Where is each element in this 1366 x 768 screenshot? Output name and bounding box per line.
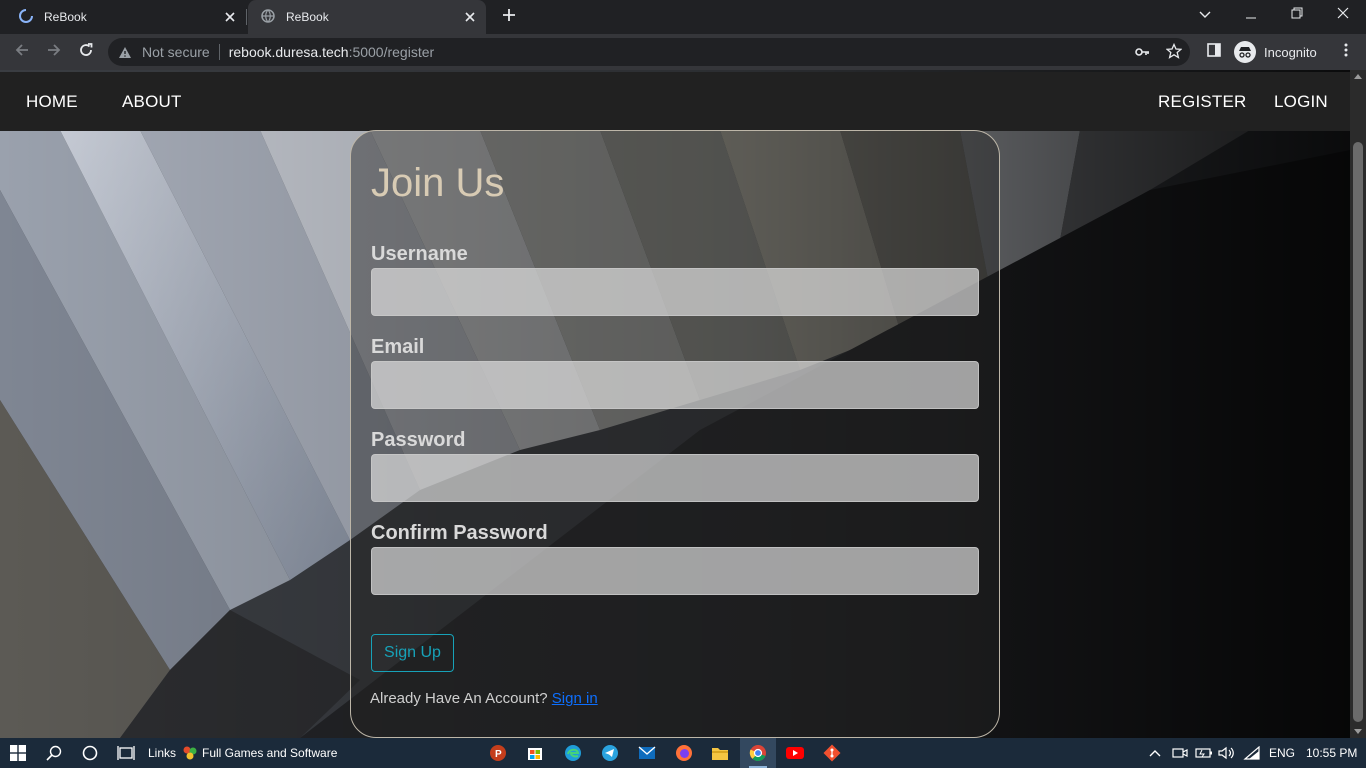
wifi-icon[interactable] <box>1240 741 1264 765</box>
incognito-icon <box>1234 41 1256 63</box>
tab-title: ReBook <box>44 10 87 24</box>
file-explorer-icon[interactable] <box>708 741 732 765</box>
svg-text:P: P <box>495 749 502 760</box>
email-label: Email <box>371 336 425 358</box>
sign-up-button[interactable]: Sign Up <box>371 634 454 672</box>
language-indicator[interactable]: ENG <box>1269 746 1295 760</box>
page-scrollbar[interactable] <box>1350 70 1366 738</box>
page-viewport: HOME ABOUT REGISTER LOGIN Join Us Userna… <box>0 70 1350 738</box>
windows-start-icon[interactable] <box>6 741 30 765</box>
close-tab-icon[interactable] <box>222 9 238 25</box>
minimize-icon <box>1246 6 1256 24</box>
firefox-icon[interactable] <box>672 741 696 765</box>
nav-home-link[interactable]: HOME <box>26 92 78 112</box>
mail-icon[interactable] <box>635 741 659 765</box>
clock[interactable]: 10:55 PM <box>1306 746 1357 760</box>
scroll-up-arrow-icon[interactable] <box>1354 74 1362 79</box>
globe-icon <box>260 8 276 27</box>
chevron-down-icon <box>1199 6 1211 24</box>
arrow-left-icon <box>14 42 30 63</box>
minimize-button[interactable] <box>1228 0 1274 30</box>
cortana-icon[interactable] <box>78 741 102 765</box>
scroll-thumb[interactable] <box>1353 142 1363 722</box>
email-input[interactable] <box>371 361 979 409</box>
volume-icon[interactable] <box>1215 741 1239 765</box>
store-icon[interactable] <box>523 741 547 765</box>
loading-spinner-icon <box>18 8 34 27</box>
tab-divider <box>246 9 247 25</box>
arrow-right-icon <box>46 42 62 63</box>
close-icon <box>1337 6 1349 24</box>
signin-prompt: Already Have An Account? Sign in <box>370 690 598 707</box>
username-label: Username <box>371 243 468 265</box>
windows-taskbar: Links Full Games and Software P ENG 10:5… <box>0 738 1366 768</box>
nav-login-link[interactable]: LOGIN <box>1274 92 1328 112</box>
side-panel-button[interactable] <box>1202 40 1226 64</box>
tab-title: ReBook <box>286 10 329 24</box>
username-input[interactable] <box>371 268 979 316</box>
reload-icon <box>78 42 94 63</box>
battery-icon[interactable] <box>1192 741 1216 765</box>
task-view-icon[interactable] <box>114 741 138 765</box>
youtube-icon[interactable] <box>783 741 807 765</box>
meet-now-icon[interactable] <box>1168 741 1192 765</box>
chrome-icon[interactable] <box>746 741 770 765</box>
account-prompt-text: Already Have An Account? <box>370 690 548 707</box>
tray-chevron-up-icon[interactable] <box>1143 741 1167 765</box>
tab-rebook-loading[interactable]: ReBook <box>0 0 246 34</box>
tab-strip: ReBook ReBook <box>0 0 1366 34</box>
back-button[interactable] <box>10 40 34 64</box>
password-label: Password <box>371 429 466 451</box>
links-toolbar-label[interactable]: Links <box>148 746 176 760</box>
key-icon[interactable] <box>1134 44 1150 63</box>
telegram-icon[interactable] <box>598 741 622 765</box>
incognito-badge[interactable]: Incognito <box>1234 39 1317 65</box>
plus-icon <box>502 8 516 27</box>
git-icon[interactable] <box>820 741 844 765</box>
warning-icon[interactable] <box>118 46 134 59</box>
confirm-password-input[interactable] <box>371 547 979 595</box>
scroll-down-arrow-icon[interactable] <box>1354 729 1362 734</box>
confirm-password-label: Confirm Password <box>371 522 548 544</box>
site-navbar: HOME ABOUT REGISTER LOGIN <box>0 72 1350 131</box>
star-icon[interactable] <box>1165 42 1183 62</box>
sign-in-link[interactable]: Sign in <box>552 690 598 707</box>
nav-about-link[interactable]: ABOUT <box>122 92 182 112</box>
powerpoint-icon[interactable]: P <box>486 741 510 765</box>
edge-icon[interactable] <box>561 741 585 765</box>
menu-button[interactable] <box>1334 40 1358 64</box>
forward-button[interactable] <box>42 40 66 64</box>
url-host: rebook.duresa.tech <box>228 44 349 60</box>
restore-button[interactable] <box>1274 0 1320 30</box>
password-input[interactable] <box>371 454 979 502</box>
search-icon[interactable] <box>42 741 66 765</box>
register-card: Join Us Username Email Password Confirm … <box>350 130 1000 738</box>
games-icon <box>178 741 202 765</box>
browser-toolbar: Not secure rebook.duresa.tech:5000/regis… <box>0 34 1366 70</box>
nav-register-link[interactable]: REGISTER <box>1158 92 1247 112</box>
page-title: Join Us <box>371 161 505 205</box>
close-window-button[interactable] <box>1320 0 1366 30</box>
address-bar[interactable]: Not secure rebook.duresa.tech:5000/regis… <box>108 38 1190 66</box>
tab-search-button[interactable] <box>1182 0 1228 30</box>
security-label: Not secure <box>142 44 210 60</box>
reload-button[interactable] <box>74 40 98 64</box>
omnibox-divider <box>218 44 220 60</box>
restore-icon <box>1291 6 1303 24</box>
games-shortcut-label[interactable]: Full Games and Software <box>202 746 337 760</box>
url-path: :5000/register <box>348 44 435 60</box>
more-vertical-icon <box>1344 42 1348 63</box>
profile-label: Incognito <box>1264 44 1317 60</box>
new-tab-button[interactable] <box>498 6 520 28</box>
tab-rebook-active[interactable]: ReBook <box>248 0 486 34</box>
close-tab-icon[interactable] <box>462 9 478 25</box>
side-panel-icon <box>1206 42 1222 63</box>
